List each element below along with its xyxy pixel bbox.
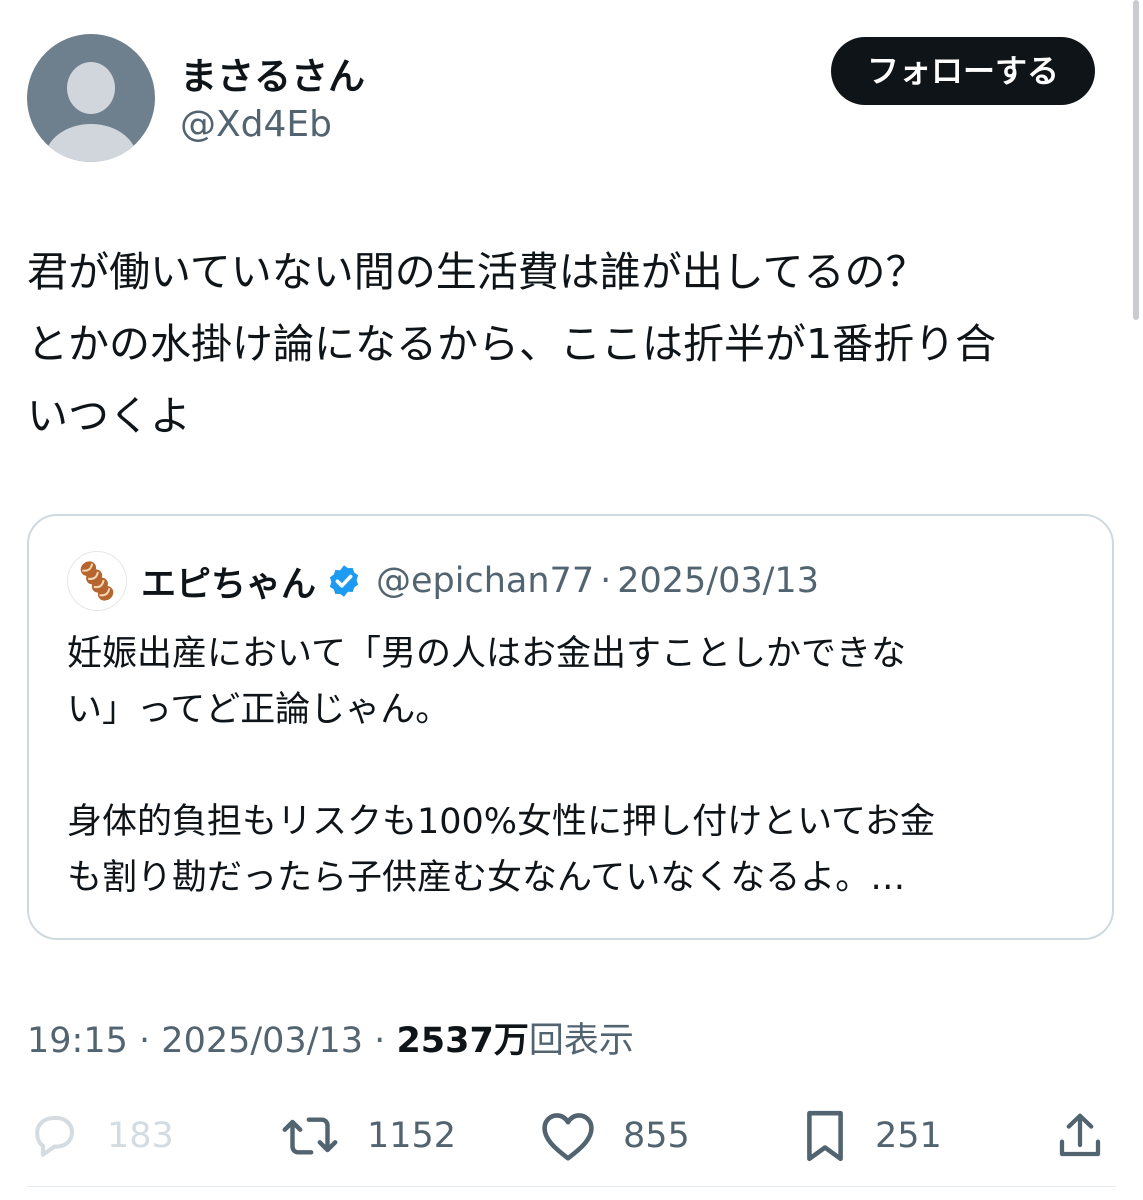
avatar-head-shape <box>67 62 115 114</box>
tweet-text-line: 君が働いていない間の生活費は誰が出してるの？ <box>27 248 927 296</box>
quoted-text-line: い」ってど正論じゃん。 <box>67 690 451 730</box>
tweet-text: 君が働いていない間の生活費は誰が出してるの？ とかの水掛け論になるから、ここは折… <box>27 236 1122 452</box>
avatar-shoulders-shape <box>45 124 137 162</box>
retweet-button[interactable]: 1152 <box>279 1104 456 1168</box>
like-button[interactable]: 855 <box>539 1104 690 1168</box>
quoted-text-line: 妊娠出産において「男の人はお金出すことしかできな <box>67 634 906 674</box>
quoted-tweet-date: 2025/03/13 <box>617 561 819 601</box>
tweet-text-line: いつくよ <box>27 392 191 440</box>
scroll-indicator[interactable] <box>1133 0 1139 320</box>
share-button[interactable] <box>1053 1104 1107 1168</box>
quoted-tweet-card[interactable]: エピちゃん @epichan77 · 2025/03/13 妊娠出産において「男… <box>27 514 1114 940</box>
bottom-divider <box>27 1186 1116 1187</box>
reply-count: 183 <box>107 1116 174 1156</box>
quoted-text-blank-line <box>67 738 1087 794</box>
tweet-timestamp-row: 19:15 · 2025/03/13 · 2537万回表示 <box>27 1012 634 1063</box>
quoted-meta-separator: · <box>600 561 612 601</box>
heart-icon <box>542 1113 594 1161</box>
views-count: 2537万 <box>396 1021 529 1061</box>
quoted-user-avatar[interactable] <box>67 551 127 611</box>
bookmark-button[interactable]: 251 <box>801 1104 942 1168</box>
display-name[interactable]: まさるさん <box>180 46 365 100</box>
reply-icon <box>35 1115 75 1157</box>
retweet-count: 1152 <box>367 1116 457 1156</box>
bookmark-icon <box>807 1110 843 1162</box>
share-icon <box>1059 1113 1101 1157</box>
tweet-date[interactable]: 2025/03/13 <box>161 1021 363 1061</box>
tweet-time[interactable]: 19:15 <box>27 1021 128 1061</box>
verified-badge-icon <box>329 565 359 597</box>
quoted-tweet-text: 妊娠出産において「男の人はお金出すことしかできな い」ってど正論じゃん。 身体的… <box>67 626 1087 906</box>
tweet-header: まさるさん @Xd4Eb フォローする <box>27 34 1117 164</box>
quoted-user-handle[interactable]: @epichan77 <box>376 561 594 601</box>
reply-button[interactable]: 183 <box>27 1104 174 1168</box>
timestamp-separator: · <box>374 1021 386 1061</box>
quoted-text-line: 身体的負担もリスクも100%女性に押し付けといてお金 <box>67 802 935 842</box>
quoted-text-line: も割り勘だったら子供産む女なんていなくなるよ。… <box>67 858 906 898</box>
views-label: 回表示 <box>528 1021 634 1061</box>
avatar[interactable] <box>27 34 155 162</box>
tweet-text-line: とかの水掛け論になるから、ここは折半が1番折り合 <box>27 320 997 368</box>
tweet-action-bar: 183 1152 855 251 <box>27 1104 1116 1168</box>
bookmark-count: 251 <box>875 1116 942 1156</box>
quoted-user-name[interactable]: エピちゃん <box>141 556 316 607</box>
follow-button[interactable]: フォローする <box>830 37 1095 105</box>
quoted-tweet-header: エピちゃん @epichan77 · 2025/03/13 <box>67 550 819 612</box>
retweet-icon <box>282 1117 338 1155</box>
like-count: 855 <box>623 1116 690 1156</box>
user-handle[interactable]: @Xd4Eb <box>180 104 332 145</box>
timestamp-separator: · <box>139 1021 151 1061</box>
